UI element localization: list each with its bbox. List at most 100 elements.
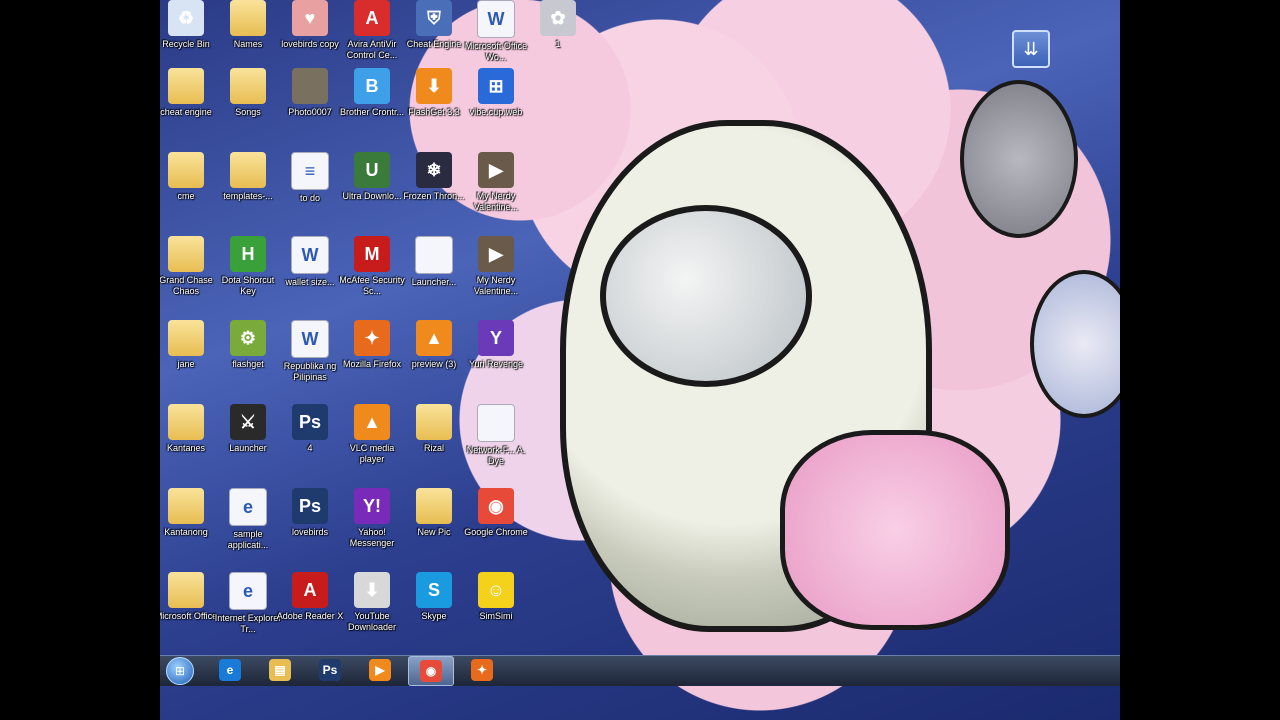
desktop-icon[interactable]: ⚔ Launcher [214,400,282,476]
desktop-icon[interactable]: e Internet Explorer Tr... [214,568,282,644]
desktop-icon[interactable]: Wwallet size... [276,232,344,308]
desktop-icon[interactable]: ▲ preview (3) [400,316,468,392]
down-arrows-glyph: ⇊ [1023,38,1039,59]
desktop-icon[interactable]: ♥ lovebirds copy [276,0,344,72]
desktop-icon[interactable]: U Ultra Downlo... [338,148,406,224]
folder-icon [168,572,204,608]
desktop-icon[interactable]: Kantanong [160,484,220,560]
desktop-icon[interactable]: Rizal [400,400,468,476]
taskbar-item-mozilla-firefox[interactable]: ✦ [460,656,504,684]
desktop-icon[interactable]: W Microsoft Office Wo... [462,0,530,72]
desktop-icon-label: Photo0007 [288,107,332,117]
desktop-icon[interactable]: New Pic [400,484,468,560]
desktop-icon[interactable]: A Avira AntiVir Control Ce... [338,0,406,72]
desktop[interactable]: ♻ Recycle Bin Names ♥ lovebirds copy A Avira A… [160,0,1120,720]
image-icon: ♥ [292,0,328,36]
desktop-icon-label: Microsoft Office [160,611,218,621]
desktop-icon[interactable]: S Skype [400,568,468,644]
desktop-icon[interactable]: ⬇ FlashGet 3.3 [400,64,468,140]
firefox-icon: ✦ [354,320,390,356]
desktop-icon[interactable]: ▶ My Nerdy Valentine... [462,232,530,308]
desktop-icon[interactable]: Microsoft Office [160,568,220,644]
vlc-icon: ▲ [416,320,452,356]
desktop-icon-label: Dota Shorcut Key [221,275,275,296]
folder-icon [168,68,204,104]
show-desktop-down-icon[interactable]: ⇊ [1012,30,1050,68]
taskbar-pinned-items: e ▤ Ps ▶ ◉ ✦ [208,656,510,686]
desktop-icon[interactable]: cheat engine [160,64,220,140]
photoshop-icon: Ps [292,488,328,524]
desktop-icon[interactable]: ♻ Recycle Bin [160,0,220,72]
desktop-icon-label: Launcher [229,443,267,453]
taskbar-item-windows-explorer[interactable]: ▤ [258,656,302,684]
desktop-icon[interactable]: A Adobe Reader X [276,568,344,644]
windows-icon: ⊞ [478,68,514,104]
game-icon: ⚔ [230,404,266,440]
desktop-icon[interactable]: B Brother Crontr... [338,64,406,140]
taskbar-item-internet-explorer[interactable]: e [208,656,252,684]
desktop-icon[interactable]: Launcher... [400,232,468,308]
taskbar: ⊞ e ▤ Ps ▶ ◉ ✦ [160,655,1120,686]
desktop-icon[interactable]: Songs [214,64,282,140]
desktop-icon-label: Recycle Bin [162,39,210,49]
taskbar-item-photoshop[interactable]: Ps [308,656,352,684]
photoshop-icon: Ps [292,404,328,440]
desktop-icon[interactable]: H Dota Shorcut Key [214,232,282,308]
desktop-icon[interactable]: ❄ Frozen Thron... [400,148,468,224]
windows-logo-icon: ⊞ [166,657,194,685]
desktop-icon[interactable]: cme [160,148,220,224]
desktop-icon-label: Songs [235,107,261,117]
brother-icon: B [354,68,390,104]
flashget-icon: ⬇ [416,68,452,104]
desktop-icon-label: Ultra Downlo... [342,191,402,201]
desktop-icon[interactable]: ▲ VLC media player [338,400,406,476]
desktop-icon-label: Adobe Reader X [276,611,344,621]
download-icon: U [354,152,390,188]
chrome-icon: ◉ [420,660,442,682]
desktop-icon-label: Names [233,39,263,49]
start-button[interactable]: ⊞ [160,656,200,686]
desktop-icon[interactable]: templates-... [214,148,282,224]
taskbar-item-google-chrome[interactable]: ◉ [408,656,454,686]
folder-icon [168,488,204,524]
desktop-icon[interactable]: Grand Chase Chaos [160,232,220,308]
desktop-icon-label: Microsoft Office Wo... [464,41,528,62]
desktop-icon[interactable]: Ps 4 [276,400,344,476]
desktop-icon-label: SimSimi [479,611,513,621]
taskbar-item-media-player[interactable]: ▶ [358,656,402,684]
desktop-icon[interactable]: ✿ 1 [524,0,592,72]
wallpaper-character-astronaut [560,120,932,632]
desktop-icon[interactable]: ✦ Mozilla Firefox [338,316,406,392]
desktop-icon[interactable]: Ps lovebirds [276,484,344,560]
desktop-icon-label: cme [177,191,195,201]
desktop-icon[interactable]: ◉ Google Chrome [462,484,530,560]
folder-icon [168,236,204,272]
folder-icon [168,320,204,356]
desktop-icon[interactable]: jane [160,316,220,392]
desktop-icon[interactable]: ⚙ flashget [214,316,282,392]
desktop-icon[interactable]: W Republika ng Pilipinas [276,316,344,392]
desktop-icon[interactable]: Names [214,0,282,72]
desktop-icon[interactable]: Network-F... A. Dye [462,400,530,476]
desktop-icon[interactable]: Y Yuri Revenge [462,316,530,392]
installer-icon: ⚙ [230,320,266,356]
desktop-icon[interactable]: e sample applicati... [214,484,282,560]
desktop-icon[interactable]: Kantanes [160,400,220,476]
desktop-icon-label: cheat engine [160,107,212,117]
desktop-icon[interactable]: ⬇ YouTube Downloader [338,568,406,644]
desktop-icon[interactable]: ☺ SimSimi [462,568,530,644]
desktop-icon[interactable]: Photo0007 [276,64,344,140]
desktop-icon[interactable]: ⊞ vibe.cup.web [462,64,530,140]
desktop-icon-label: Republika ng Pilipinas [283,361,337,382]
image-icon: ✿ [540,0,576,36]
desktop-icon-label: 1 [555,39,561,49]
desktop-icon[interactable]: ⛨ Cheat Engine [400,0,468,72]
desktop-icon[interactable]: Y! Yahoo! Messenger [338,484,406,560]
folder-icon: ▤ [269,659,291,681]
desktop-icon-label: New Pic [417,527,451,537]
desktop-icon-label: templates-... [223,191,273,201]
desktop-icon[interactable]: ≡ to do [276,148,344,224]
desktop-icon[interactable]: ▶ My Nerdy Valentine... [462,148,530,224]
desktop-icon[interactable]: M McAfee Security Sc... [338,232,406,308]
desktop-icon-label: Avira AntiVir Control Ce... [346,39,398,60]
